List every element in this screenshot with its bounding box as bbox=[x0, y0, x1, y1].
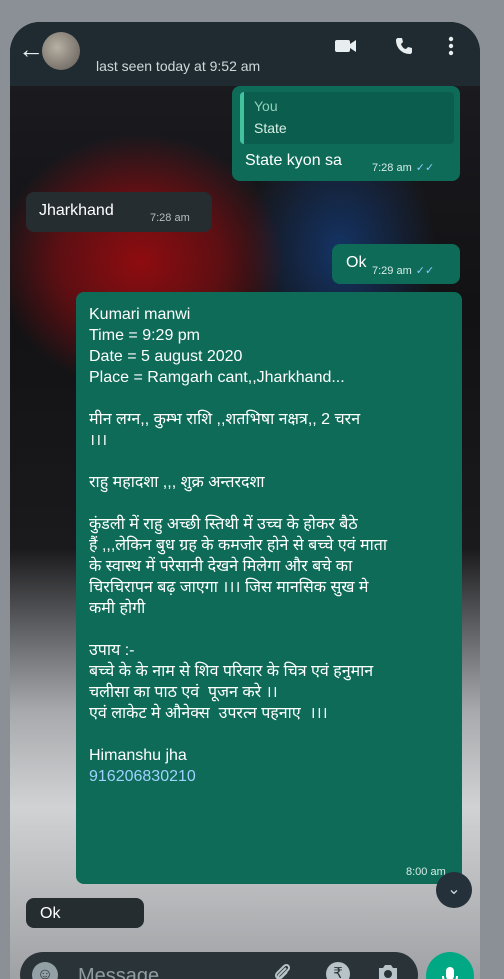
phone-screen: ← last seen today at 9:52 am You State S… bbox=[10, 22, 480, 979]
message-text: Jharkhand bbox=[39, 202, 114, 219]
emoji-icon[interactable]: ☺ bbox=[32, 962, 58, 979]
attach-icon[interactable] bbox=[272, 962, 292, 979]
camera-icon[interactable] bbox=[376, 962, 400, 979]
payment-icon[interactable]: ₹ bbox=[326, 962, 350, 979]
quote-text: State bbox=[254, 120, 287, 136]
message-bubble-outgoing[interactable]: You State State kyon sa 7:28 am ✓✓ bbox=[232, 86, 460, 181]
message-meta: 7:29 am ✓✓ bbox=[372, 264, 434, 277]
message-body: Kumari manwi Time = 9:29 pm Date = 5 aug… bbox=[89, 304, 449, 787]
message-list: You State State kyon sa 7:28 am ✓✓ Jharkh… bbox=[10, 86, 480, 928]
video-call-icon[interactable] bbox=[334, 36, 358, 62]
last-seen-status: last seen today at 9:52 am bbox=[96, 58, 261, 74]
message-text: State kyon sa bbox=[245, 152, 342, 169]
more-icon[interactable] bbox=[448, 36, 454, 62]
message-time: 8:00 am bbox=[406, 866, 446, 878]
back-arrow-icon[interactable]: ← bbox=[18, 34, 44, 65]
message-time: 7:28 am bbox=[150, 212, 190, 224]
message-text: Kumari manwi Time = 9:29 pm Date = 5 aug… bbox=[89, 306, 388, 764]
quoted-message[interactable]: You State bbox=[240, 92, 454, 144]
message-input-bar: ☺ ₹ bbox=[20, 952, 418, 979]
chat-header: ← last seen today at 9:52 am bbox=[10, 22, 480, 86]
phone-icon[interactable] bbox=[394, 36, 414, 62]
avatar[interactable] bbox=[42, 32, 80, 70]
read-ticks-icon: ✓✓ bbox=[415, 162, 435, 174]
message-bubble-outgoing[interactable]: Kumari manwi Time = 9:29 pm Date = 5 aug… bbox=[76, 292, 462, 884]
microphone-icon bbox=[440, 963, 460, 979]
phone-number-link[interactable]: 916206830210 bbox=[89, 768, 196, 785]
message-input[interactable] bbox=[76, 962, 260, 979]
mic-button[interactable] bbox=[426, 952, 474, 979]
read-ticks-icon: ✓✓ bbox=[415, 265, 435, 277]
message-text: Ok bbox=[40, 905, 61, 922]
scroll-down-button[interactable]: ⌄ bbox=[436, 872, 472, 908]
message-meta: 7:28 am ✓✓ bbox=[372, 161, 434, 174]
quote-author: You bbox=[254, 98, 278, 114]
message-time: 7:28 am bbox=[372, 162, 412, 174]
message-bubble-incoming[interactable]: Ok bbox=[26, 898, 144, 928]
message-time: 7:29 am bbox=[372, 265, 412, 277]
message-bubble-outgoing[interactable]: Ok 7:29 am ✓✓ bbox=[332, 244, 460, 284]
message-text: Ok bbox=[346, 254, 367, 271]
message-bubble-incoming[interactable]: Jharkhand 7:28 am bbox=[26, 192, 212, 232]
chevrons-down-icon: ⌄ bbox=[447, 881, 461, 898]
